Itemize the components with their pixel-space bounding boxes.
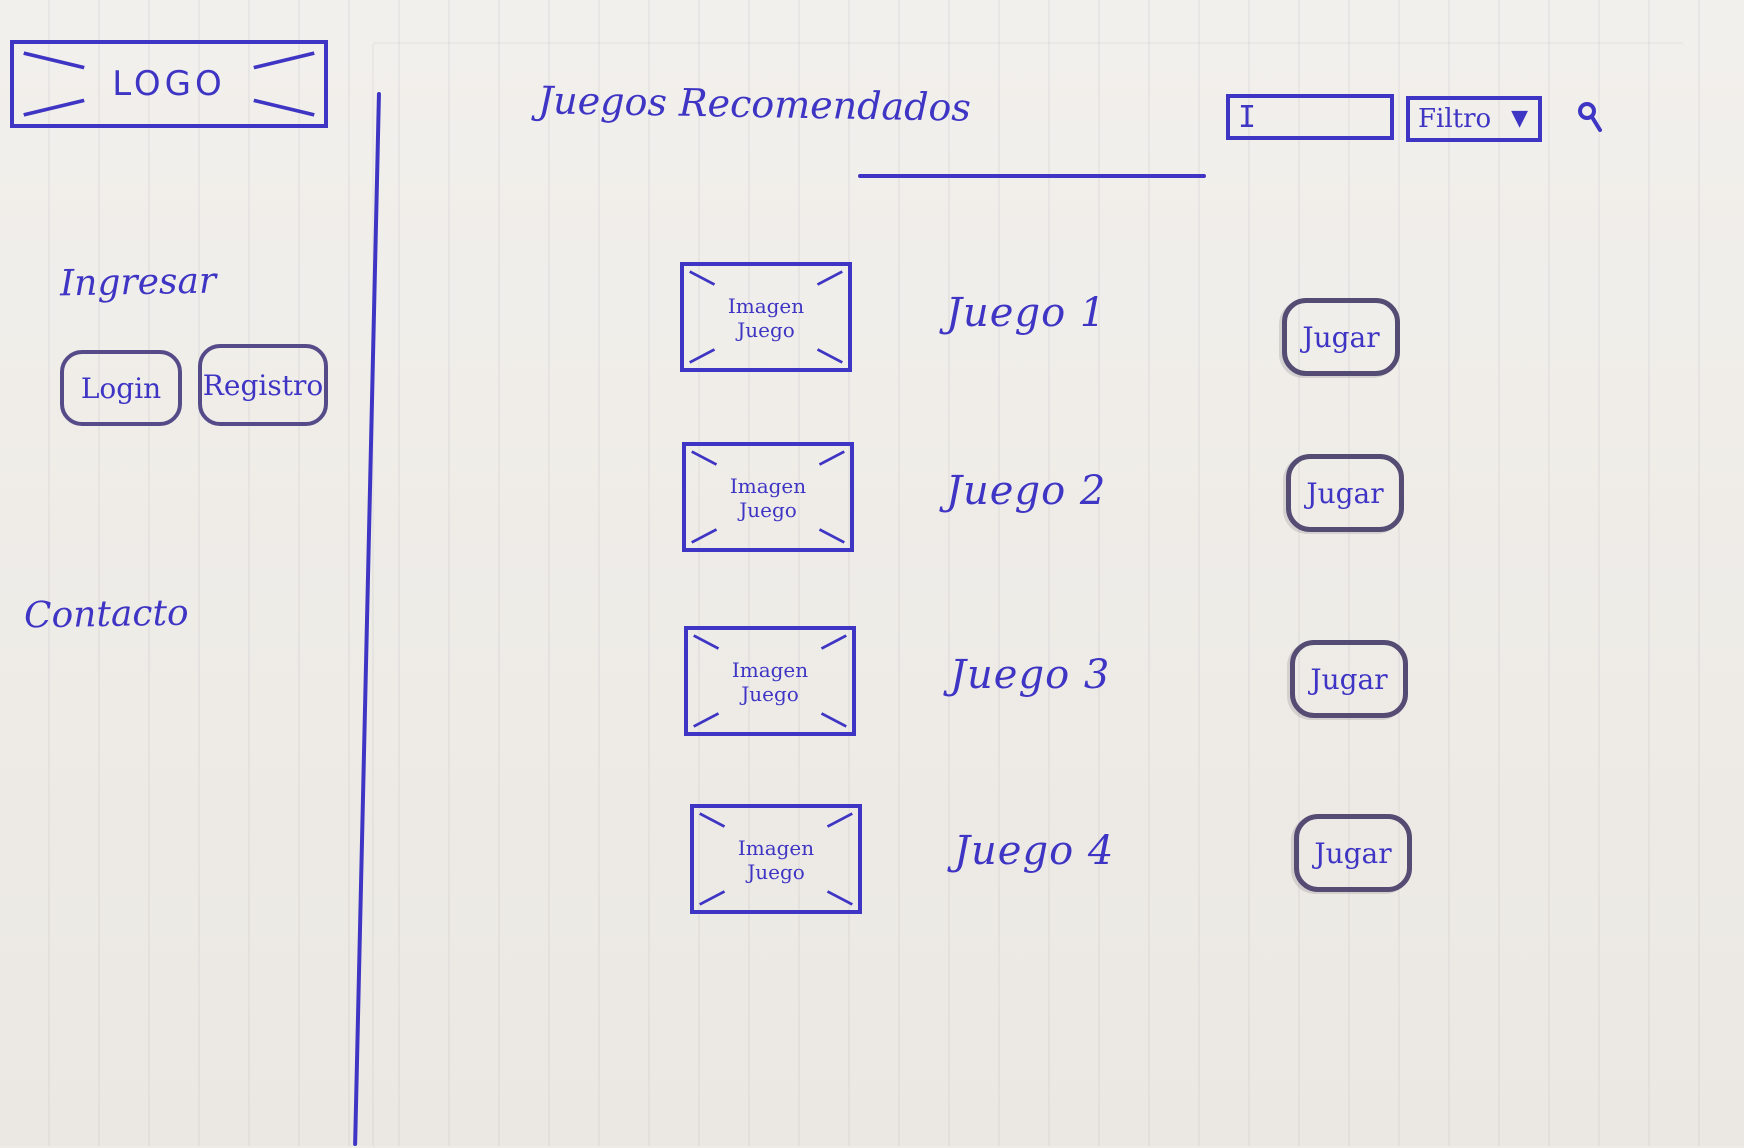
game-title: Juego 1 [946, 290, 1107, 336]
title-underline [858, 174, 1206, 178]
play-button[interactable]: Jugar [1286, 454, 1404, 532]
game-image: Imagen Juego [690, 804, 862, 914]
logo-box[interactable]: LOGO [10, 40, 328, 128]
game-title: Juego 2 [946, 468, 1107, 514]
game-row: Imagen Juego Juego 1 Jugar [0, 262, 1744, 382]
play-button[interactable]: Jugar [1282, 298, 1400, 376]
game-title: Juego 4 [954, 828, 1115, 874]
game-row: Imagen Juego Juego 4 Jugar [0, 804, 1744, 924]
search-input[interactable] [1226, 94, 1394, 140]
game-image: Imagen Juego [682, 442, 854, 552]
filter-label: Filtro [1418, 104, 1492, 134]
filter-select[interactable]: Filtro ▼ [1406, 96, 1542, 142]
game-title: Juego 3 [950, 652, 1111, 698]
play-button[interactable]: Jugar [1290, 640, 1408, 718]
logo-text: LOGO [112, 64, 226, 104]
game-row: Imagen Juego Juego 3 Jugar [0, 626, 1744, 746]
chevron-down-icon: ▼ [1511, 106, 1528, 131]
game-image: Imagen Juego [680, 262, 852, 372]
search-icon-svg [1578, 102, 1602, 132]
game-image-label: Imagen Juego [729, 474, 807, 522]
game-image-label: Imagen Juego [737, 836, 815, 884]
page-title: Juegos Recomendados [537, 78, 972, 130]
play-button[interactable]: Jugar [1294, 814, 1412, 892]
game-image: Imagen Juego [684, 626, 856, 736]
game-row: Imagen Juego Juego 2 Jugar [0, 442, 1744, 562]
search-icon[interactable] [1576, 100, 1604, 136]
game-image-label: Imagen Juego [727, 294, 805, 342]
paper-background [0, 0, 1744, 1146]
game-image-label: Imagen Juego [731, 658, 809, 706]
